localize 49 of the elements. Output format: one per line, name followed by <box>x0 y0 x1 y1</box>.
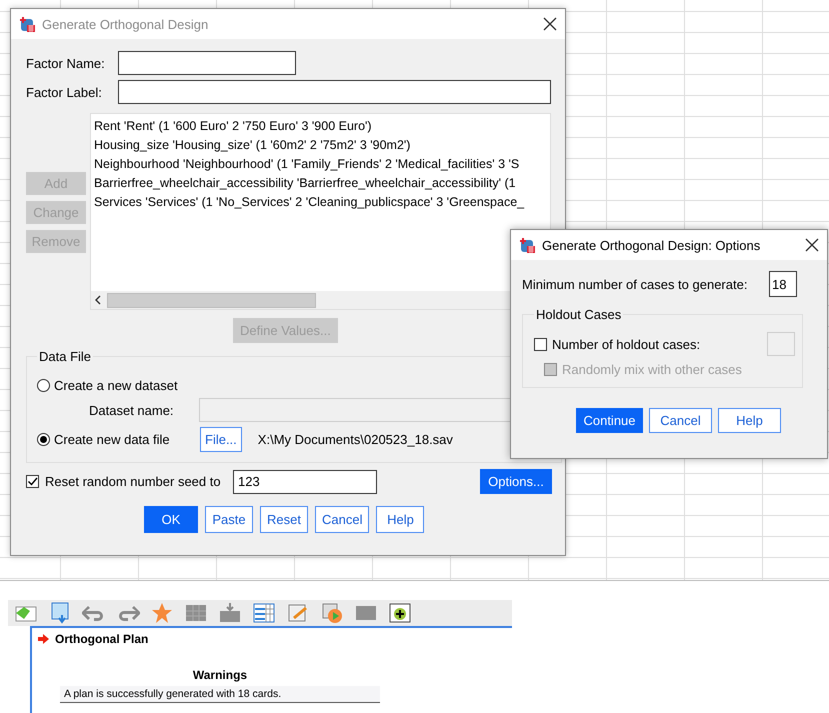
min-cases-field[interactable]: 18 <box>769 271 797 297</box>
dialog-button[interactable]: Cancel <box>315 506 370 533</box>
dialog-button[interactable]: Cancel <box>649 408 712 433</box>
window-title: Generate Orthogonal Design: Options <box>542 238 762 252</box>
factor-label-field[interactable] <box>118 80 551 104</box>
checkbox-label[interactable]: Reset random number seed to <box>45 474 233 489</box>
factor-name-field[interactable] <box>118 51 296 75</box>
list-item[interactable]: Housing_size 'Housing_size' (1 '60m2' 2 '75m2' 3 '90m2') <box>94 136 550 155</box>
checkbox[interactable] <box>534 338 547 350</box>
table-cell: A plan is successfully generated with 18 cards. <box>60 686 380 703</box>
field-label: Factor Label: <box>26 84 103 100</box>
dialog-button[interactable]: Help <box>376 506 424 533</box>
group-title: Holdout Cases <box>535 307 622 322</box>
run-icon[interactable] <box>320 601 344 625</box>
file-path: X:\My Documents\020523_18.sav <box>258 432 453 447</box>
dialog-button[interactable]: Continue <box>576 408 643 433</box>
list-item[interactable]: Neighbourhood 'Neighbourhood' (1 'Family_Friends' 2 'Medical_facilities' 3 'S <box>94 155 550 174</box>
dialog-button[interactable]: Reset <box>260 506 308 533</box>
app-icon <box>519 236 536 254</box>
list-item[interactable]: Services 'Services' (1 'No_Services' 2 'Cleaning_publicspace' 3 'Greenspace_ <box>94 193 550 212</box>
seed-field[interactable]: 123 <box>233 470 377 494</box>
checkbox[interactable] <box>26 475 39 488</box>
window-title: Generate Orthogonal Design <box>42 16 210 32</box>
options-button[interactable]: Options... <box>480 469 552 494</box>
close-icon[interactable] <box>543 17 557 31</box>
radio-button[interactable] <box>37 433 50 446</box>
dialog-button[interactable]: Help <box>718 408 781 433</box>
list-item[interactable]: Rent 'Rent' (1 '600 Euro' 2 '750 Euro' 3 '900 Euro') <box>94 117 550 136</box>
table-title: Warnings <box>192 668 248 682</box>
output-heading[interactable]: Orthogonal Plan <box>55 632 148 646</box>
add-icon[interactable] <box>388 601 412 625</box>
list-item[interactable]: Barrierfree_wheelchair_accessibility 'Barrierfree_wheelchair_accessibility' (1 <box>94 174 550 193</box>
file-button[interactable]: File... <box>200 427 242 452</box>
radio-button[interactable] <box>37 379 50 392</box>
field-label: Factor Name: <box>26 56 106 70</box>
app-icon <box>19 16 36 32</box>
field-label: Dataset name: <box>89 402 175 418</box>
group-title: Data File <box>38 349 92 364</box>
star-icon[interactable] <box>150 601 174 625</box>
scroll-left-icon[interactable] <box>94 295 102 305</box>
close-icon[interactable] <box>805 238 819 252</box>
checkbox-label[interactable]: Number of holdout cases: <box>552 336 700 352</box>
field-label: Minimum number of cases to generate: <box>522 276 748 292</box>
dialog-button[interactable]: OK <box>144 506 198 533</box>
dialog-button[interactable]: Paste <box>205 506 253 533</box>
arrow-icon <box>38 634 49 644</box>
radio-label[interactable]: Create a new dataset <box>54 378 190 393</box>
columns-icon[interactable] <box>252 601 276 625</box>
radio-label[interactable]: Create new data file <box>54 432 190 447</box>
